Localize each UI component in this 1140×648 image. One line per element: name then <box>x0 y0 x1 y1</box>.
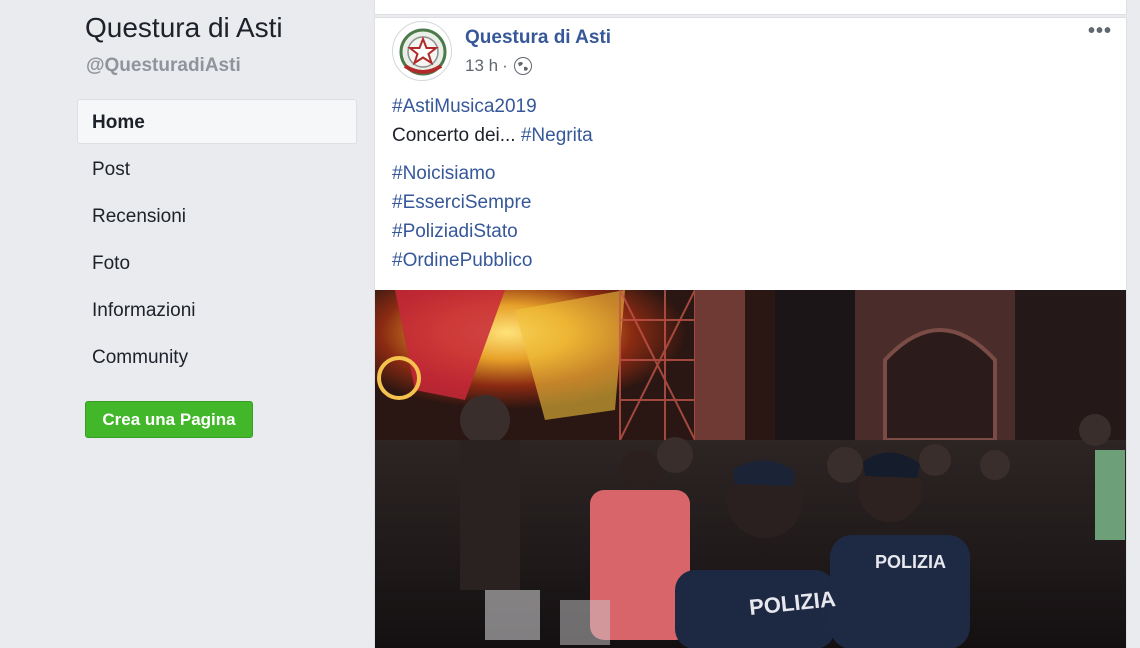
post-line-1: #AstiMusica2019 <box>392 92 537 121</box>
nav-item-community[interactable]: Community <box>77 334 357 381</box>
page-avatar[interactable] <box>392 21 452 81</box>
page-handle[interactable]: @QuesturadiAsti <box>86 55 241 77</box>
page-name[interactable]: Questura di Asti <box>85 12 283 44</box>
hashtag-negrita[interactable]: #Negrita <box>521 125 593 146</box>
globe-icon[interactable] <box>513 57 532 75</box>
post-time[interactable]: 13 h <box>465 56 498 76</box>
hashtag-esseresempre[interactable]: #EsserciSempre <box>392 192 531 213</box>
post-line-4: #EsserciSempre <box>392 188 531 217</box>
nav-item-foto[interactable]: Foto <box>77 240 357 287</box>
nav-item-post[interactable]: Post <box>77 146 357 193</box>
post-line-2: Concerto dei... #Negrita <box>392 121 593 150</box>
post-card: Questura di Asti 13 h · ••• #AstiMusica2… <box>374 17 1127 648</box>
hashtag-ordinepubblico[interactable]: #OrdinePubblico <box>392 250 532 271</box>
previous-card-edge <box>374 0 1127 15</box>
post-photo[interactable]: POLIZIA POLIZIA <box>375 290 1126 648</box>
concert-photo-image: POLIZIA POLIZIA <box>375 290 1126 648</box>
nav-item-recensioni[interactable]: Recensioni <box>77 193 357 240</box>
hashtag-noicisiamo[interactable]: #Noicisiamo <box>392 163 495 184</box>
post-line-5: #PoliziadiStato <box>392 217 518 246</box>
create-page-button[interactable]: Crea una Pagina <box>85 401 253 438</box>
post-line-3: #Noicisiamo <box>392 159 495 188</box>
left-sidebar: Questura di Asti @QuesturadiAsti Home Po… <box>0 0 372 648</box>
post-author[interactable]: Questura di Asti <box>465 27 611 49</box>
more-options-button[interactable]: ••• <box>1088 20 1112 43</box>
photo-label-right: POLIZIA <box>875 552 946 572</box>
hashtag-astimusica2019[interactable]: #AstiMusica2019 <box>392 96 537 117</box>
emblem-icon <box>399 28 447 76</box>
page-nav: Home Post Recensioni Foto Informazioni C… <box>77 99 357 381</box>
nav-item-home[interactable]: Home <box>77 99 357 144</box>
nav-item-informazioni[interactable]: Informazioni <box>77 287 357 334</box>
post-line-6: #OrdinePubblico <box>392 246 532 275</box>
hashtag-poliziadistato[interactable]: #PoliziadiStato <box>392 221 518 242</box>
meta-separator: · <box>502 56 508 75</box>
post-meta: 13 h · <box>465 56 532 76</box>
post-text: Concerto dei... <box>392 125 521 146</box>
